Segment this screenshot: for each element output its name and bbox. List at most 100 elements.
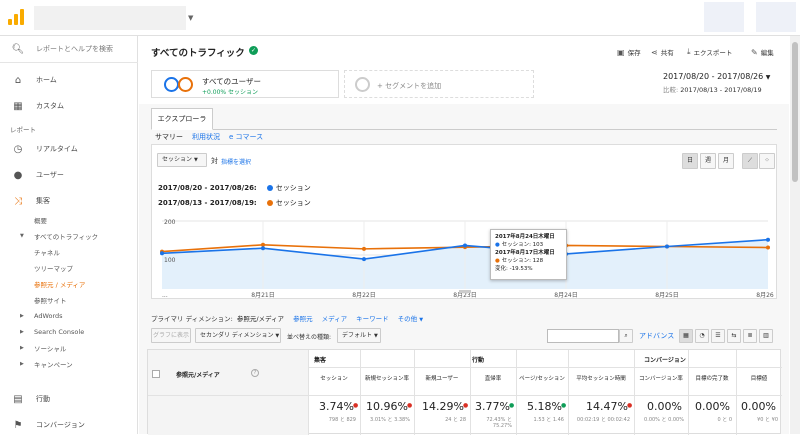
period-week-button[interactable]: 週 — [700, 153, 716, 169]
sidebar-item-label: リアルタイム — [36, 145, 78, 153]
column-header[interactable]: 目標の完了数 — [691, 374, 733, 382]
sidebar-item-acquisition[interactable]: ⤨ 集客 — [0, 192, 138, 210]
apps-area[interactable] — [704, 2, 744, 32]
column-header[interactable]: 直帰率 — [473, 374, 513, 382]
metric-value: 0.00% — [695, 400, 730, 413]
sidebar-item-behavior[interactable]: ▤ 行動 — [0, 390, 138, 408]
sidebar-item-search-console[interactable]: ▶ Search Console — [0, 324, 138, 340]
chevron-down-icon: ▼ — [275, 333, 280, 339]
help-search[interactable]: 🔍︎ レポートとヘルプを検索 — [0, 40, 138, 58]
view-pie-button[interactable]: ◔ — [695, 329, 709, 343]
legend-previous: 2017/08/13 - 2017/08/19: セッション — [158, 198, 311, 208]
segment-all-users[interactable]: すべてのユーザー +0.00% セッション — [151, 70, 339, 98]
sidebar-item-treemap[interactable]: ツリーマップ — [0, 260, 138, 276]
sidebar-item-campaign[interactable]: ▶ キャンペーン — [0, 356, 138, 372]
metric-select[interactable]: セッション ▼ — [157, 153, 207, 167]
view-performance-button[interactable]: ☰ — [711, 329, 725, 343]
view-pivot-button[interactable]: ▥ — [759, 329, 773, 343]
sidebar-item-channels[interactable]: チャネル — [0, 244, 138, 260]
metric-compare: 00:02:19 と 00:02:42 — [576, 417, 630, 423]
view-table-button[interactable]: ▦ — [679, 329, 693, 343]
export-button[interactable]: ⤓ エクスポート — [687, 47, 732, 57]
pivot-icon: ▥ — [763, 332, 769, 339]
sidebar-item-custom[interactable]: ▦ カスタム — [0, 97, 138, 115]
sort-type-select[interactable]: デフォルト ▼ — [337, 328, 381, 343]
scrollbar[interactable] — [790, 36, 800, 434]
sidebar-item-home[interactable]: ⌂ ホーム — [0, 71, 138, 89]
sidebar-item-referral[interactable]: 参照サイト — [0, 292, 138, 308]
subtab-summary[interactable]: サマリー — [155, 132, 183, 142]
sidebar-item-label: ソーシャル — [34, 345, 67, 353]
column-divider — [568, 350, 569, 435]
sidebar-item-adwords[interactable]: ▶ AdWords — [0, 308, 138, 324]
x-tick-label: 8月22日 — [352, 292, 375, 299]
select-metric-link[interactable]: 指標を選択 — [221, 157, 251, 166]
account-selector[interactable] — [34, 6, 186, 30]
motion-chart-button[interactable]: ⁘ — [759, 153, 775, 169]
column-header[interactable]: 目標値 — [739, 374, 779, 382]
advanced-link[interactable]: アドバンス — [639, 331, 674, 341]
sidebar-item-label: コンバージョン — [36, 421, 85, 429]
table-search-button[interactable]: ⌕ — [619, 329, 633, 343]
dim-option-medium[interactable]: メディア — [322, 313, 348, 323]
secondary-dimension-select[interactable]: セカンダリ ディメンション ▼ — [195, 328, 281, 343]
chevron-down-icon[interactable]: ▼ — [188, 14, 193, 22]
dim-option-keyword[interactable]: キーワード — [356, 313, 389, 323]
metric-compare: 798 と 829 — [328, 417, 356, 423]
dim-option-source[interactable]: 参照元 — [293, 313, 313, 323]
sidebar-item-overview[interactable]: 概要 — [0, 212, 138, 228]
date-range-selector[interactable]: 2017/08/20 - 2017/08/26 ▼ — [663, 72, 770, 81]
data-point-current — [362, 257, 366, 262]
column-header[interactable]: 新規ユーザー — [417, 374, 467, 382]
line-chart-button[interactable]: ⟋ — [742, 153, 758, 169]
sidebar-item-referral-media[interactable]: 参照元 / メディア — [0, 276, 138, 292]
segment-bar: すべてのユーザー +0.00% セッション + セグメントを追加 2017/08… — [139, 66, 789, 104]
view-term-cloud-button[interactable]: ≣ — [743, 329, 757, 343]
group-behavior: 行動 — [472, 357, 485, 364]
segment-pct: +0.00% セッション — [202, 89, 258, 96]
help-icon[interactable]: ? — [251, 369, 259, 377]
edit-button[interactable]: ✎ 編集 — [751, 47, 774, 58]
column-header[interactable]: ページ/セッション — [519, 374, 565, 382]
sidebar-item-label: チャネル — [34, 249, 60, 257]
share-button[interactable]: ⋖ 共有 — [651, 47, 674, 58]
view-comparison-button[interactable]: ⇆ — [727, 329, 741, 343]
sidebar-item-conversion[interactable]: ⚑ コンバージョン — [0, 416, 138, 434]
scrollbar-thumb[interactable] — [792, 42, 798, 182]
save-icon: ▣ — [617, 47, 625, 57]
change-indicator-icon: ● — [407, 402, 413, 409]
select-all-checkbox[interactable] — [152, 370, 160, 378]
period-month-button[interactable]: 月 — [718, 153, 734, 169]
avatar[interactable] — [756, 2, 796, 32]
sidebar-item-users[interactable]: ● ユーザー — [0, 166, 138, 184]
sidebar-item-social[interactable]: ▶ ソーシャル — [0, 340, 138, 356]
top-bar: ▼ — [0, 0, 800, 36]
chart-tooltip: 2017年8月24日木曜日 ● セッション: 103 2017年8月17日木曜日… — [490, 229, 567, 280]
plot-rows-button[interactable]: グラフに表示 — [151, 328, 191, 343]
sidebar-item-label: カスタム — [36, 102, 64, 110]
graph-panel: セッション ▼ 対 指標を選択 日 週 月 ⟋ ⁘ 2017/08/20 - 2… — [151, 144, 777, 299]
bubble-chart-icon: ⁘ — [764, 157, 770, 164]
change-indicator-icon: ● — [627, 402, 633, 409]
save-button[interactable]: ▣ 保存 — [617, 47, 641, 58]
add-segment-button[interactable]: + セグメントを追加 — [344, 70, 534, 98]
analytics-logo-icon[interactable] — [8, 9, 24, 25]
column-header[interactable]: セッション — [311, 374, 357, 382]
subtab-usage[interactable]: 利用状況 — [192, 132, 220, 142]
tooltip-dot-icon: ● — [495, 258, 500, 264]
sidebar-item-all-traffic[interactable]: ▼ すべてのトラフィック — [0, 228, 138, 244]
sidebar-item-realtime[interactable]: ◷ リアルタイム — [0, 140, 138, 158]
sessions-line-chart[interactable]: 200 100... 8月21日 8月22日 8月23日 8月24日 8月25日 8月26日 — [156, 213, 774, 299]
dim-option-other[interactable]: その他 ▼ — [398, 313, 423, 323]
period-day-button[interactable]: 日 — [682, 153, 698, 169]
subtab-ecommerce[interactable]: e コマース — [229, 132, 263, 142]
column-header[interactable]: コンバージョン率 — [637, 374, 685, 382]
column-header[interactable]: 平均セッション時間 — [571, 374, 631, 382]
tab-explorer[interactable]: エクスプローラ — [151, 108, 213, 130]
column-header[interactable]: 新規セッション率 — [363, 374, 411, 382]
metric-compare: 0 と 0 — [717, 417, 732, 423]
table-search-input[interactable] — [547, 329, 619, 343]
metric-compare: 24 と 28 — [445, 417, 466, 423]
data-point-current — [766, 237, 770, 242]
dim-column-header[interactable]: 参照元/メディア — [176, 370, 220, 379]
